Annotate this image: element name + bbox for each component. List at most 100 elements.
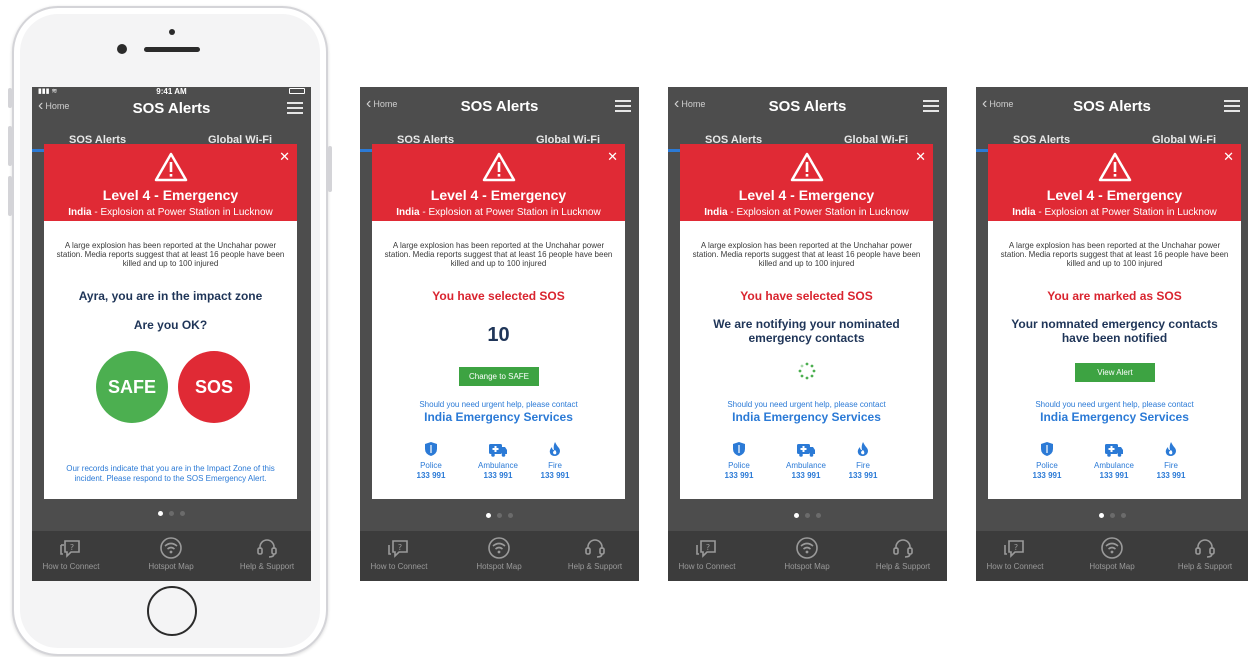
screen-impact-prompt: ▮▮▮ ≋ 9:41 AM ‹ Home SOS Alerts SOS Alert… [32, 87, 311, 581]
alert-modal: ✕ Level 4 - Emergency India - Explosion … [988, 144, 1241, 499]
alert-description: A large explosion has been reported at t… [1000, 241, 1229, 268]
tab-how-to-connect[interactable]: ? How to Connect [32, 537, 116, 571]
service-name: Police [728, 461, 750, 470]
tab-label: Hotspot Map [476, 562, 522, 571]
speaker-dot [169, 29, 175, 35]
service-name: Fire [548, 461, 562, 470]
view-alert-button[interactable]: View Alert [1075, 363, 1155, 382]
service-number: 133 991 [1156, 471, 1186, 480]
modal-header: ✕ Level 4 - Emergency India - Explosion … [44, 144, 297, 221]
close-icon[interactable]: ✕ [279, 149, 290, 165]
service-name: Ambulance [1093, 461, 1135, 470]
volume-up-button [8, 126, 12, 166]
service-number: 133 991 [540, 471, 570, 480]
page-dots [668, 513, 947, 518]
notified-line-1: Your nomnated emergency contacts [1011, 317, 1218, 331]
modal-header: ✕ Level 4 - Emergency India - Explosion … [372, 144, 625, 221]
urgent-help-text: Should you need urgent help, please cont… [727, 400, 886, 409]
svg-text:?: ? [706, 543, 710, 552]
tab-label: Help & Support [1177, 562, 1233, 571]
page-dots [32, 511, 311, 516]
tab-help-support[interactable]: Help & Support [858, 537, 947, 571]
services-title: India Emergency Services [732, 410, 881, 424]
service-name: Fire [1164, 461, 1178, 470]
svg-text:?: ? [398, 543, 402, 552]
flame-icon [857, 442, 868, 456]
nav-title: SOS Alerts [460, 98, 539, 115]
menu-icon[interactable] [615, 100, 631, 113]
service-fire[interactable]: Fire 133 991 [1141, 441, 1201, 481]
safe-button[interactable]: SAFE [96, 351, 168, 423]
service-name: Police [1036, 461, 1058, 470]
sos-button[interactable]: SOS [178, 351, 250, 423]
service-police[interactable]: Police 133 991 [1017, 441, 1077, 481]
page-dots [976, 513, 1248, 518]
headset-icon [585, 539, 605, 558]
alert-description: A large explosion has been reported at t… [692, 241, 921, 268]
tab-how-to-connect[interactable]: ? How to Connect [976, 537, 1060, 571]
bottom-tab-bar: ? How to Connect Hotspot Map Help & Supp… [668, 531, 947, 581]
service-name: Fire [856, 461, 870, 470]
menu-icon[interactable] [1224, 100, 1240, 113]
svg-text:?: ? [70, 543, 74, 552]
wifi-icon [1101, 537, 1123, 559]
tab-help-support[interactable]: Help & Support [1160, 537, 1248, 571]
alert-level: Level 4 - Emergency [738, 187, 875, 203]
service-police[interactable]: Police 133 991 [709, 441, 769, 481]
alert-subtitle-text: - Explosion at Power Station in Lucknow [419, 207, 601, 218]
mute-switch [8, 88, 12, 108]
service-fire[interactable]: Fire 133 991 [833, 441, 893, 481]
tab-hotspot-map[interactable]: Hotspot Map [762, 537, 852, 571]
service-number: 133 991 [724, 471, 754, 480]
close-icon[interactable]: ✕ [1223, 149, 1234, 165]
service-ambulance[interactable]: Ambulance 133 991 [468, 441, 528, 481]
page-dots [360, 513, 639, 518]
close-icon[interactable]: ✕ [915, 149, 926, 165]
alert-subtitle: India - Explosion at Power Station in Lu… [372, 207, 625, 218]
headset-icon [1195, 539, 1215, 558]
tab-hotspot-map[interactable]: Hotspot Map [126, 537, 216, 571]
tab-label: How to Connect [678, 562, 736, 571]
ambulance-icon [797, 444, 815, 457]
change-to-safe-button[interactable]: Change to SAFE [459, 367, 539, 386]
alert-description: A large explosion has been reported at t… [384, 241, 613, 268]
nav-bar: ‹ Home SOS Alerts [360, 91, 639, 121]
service-ambulance[interactable]: Ambulance 133 991 [1084, 441, 1144, 481]
menu-icon[interactable] [287, 102, 303, 115]
urgent-help-text: Should you need urgent help, please cont… [419, 400, 578, 409]
nav-bar: ‹ Home SOS Alerts [668, 91, 947, 121]
chat-question-icon: ? [60, 540, 80, 558]
earpiece-speaker [144, 47, 200, 52]
stage: ▮▮▮ ≋ 9:41 AM ‹ Home SOS Alerts SOS Alert… [0, 0, 1251, 657]
warning-icon [1098, 152, 1132, 182]
impact-zone-text: Ayra, you are in the impact zone [78, 289, 263, 303]
service-police[interactable]: Police 133 991 [401, 441, 461, 481]
menu-icon[interactable] [923, 100, 939, 113]
home-button[interactable] [147, 586, 197, 636]
headset-icon [893, 539, 913, 558]
modal-header: ✕ Level 4 - Emergency India - Explosion … [988, 144, 1241, 221]
tab-label: Hotspot Map [1089, 562, 1135, 571]
tab-help-support[interactable]: Help & Support [550, 537, 639, 571]
spinner-icon [798, 362, 816, 380]
selected-sos-text: You have selected SOS [740, 289, 873, 303]
tab-hotspot-map[interactable]: Hotspot Map [454, 537, 544, 571]
alert-subtitle: India - Explosion at Power Station in Lu… [44, 207, 297, 218]
tab-hotspot-map[interactable]: Hotspot Map [1067, 537, 1157, 571]
marked-sos-text: You are marked as SOS [1047, 289, 1182, 303]
tab-how-to-connect[interactable]: ? How to Connect [668, 537, 752, 571]
urgent-help-text: Should you need urgent help, please cont… [1035, 400, 1194, 409]
notified-line-2: have been notified [1061, 331, 1168, 345]
screen-sos-notifying: ‹ Home SOS Alerts SOS Alerts Global Wi-Fi… [668, 87, 947, 581]
service-fire[interactable]: Fire 133 991 [525, 441, 585, 481]
close-icon[interactable]: ✕ [607, 149, 618, 165]
tab-how-to-connect[interactable]: ? How to Connect [360, 537, 444, 571]
alert-subtitle: India - Explosion at Power Station in Lu… [680, 207, 933, 218]
service-number: 133 991 [791, 471, 821, 480]
service-name: Ambulance [477, 461, 519, 470]
tab-help-support[interactable]: Help & Support [222, 537, 311, 571]
service-ambulance[interactable]: Ambulance 133 991 [776, 441, 836, 481]
alert-level: Level 4 - Emergency [1046, 187, 1183, 203]
nav-title: SOS Alerts [1073, 98, 1151, 115]
alert-level: Level 4 - Emergency [430, 187, 567, 203]
